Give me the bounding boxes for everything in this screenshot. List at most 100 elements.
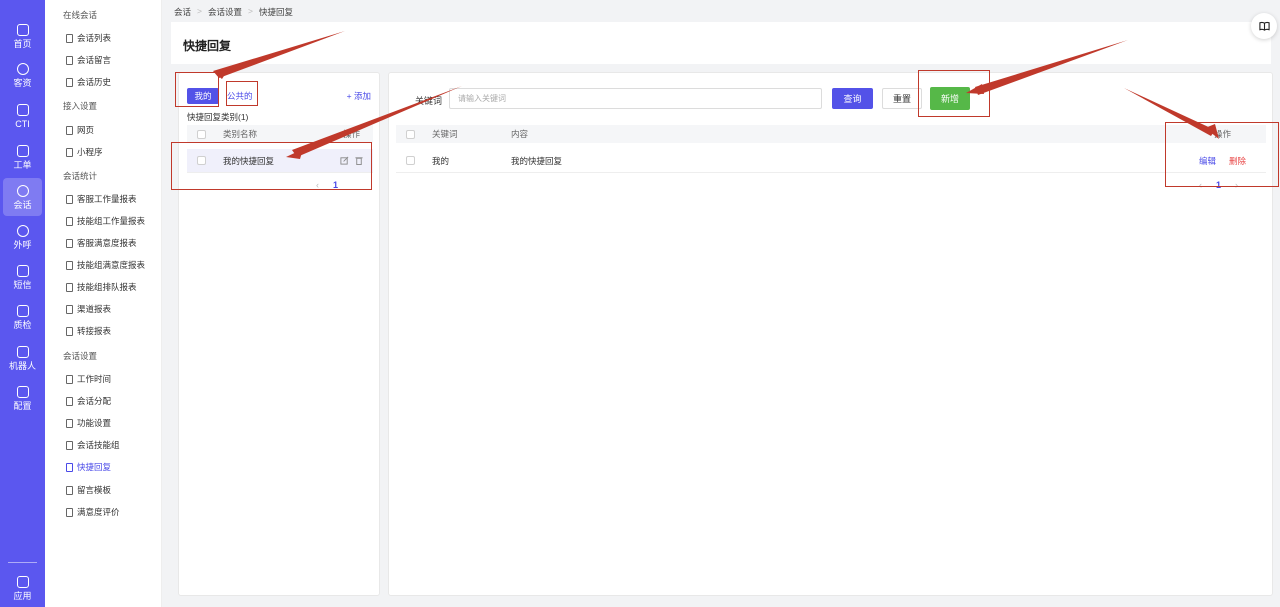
- rail-item-apps[interactable]: 应用: [0, 569, 45, 607]
- add-category-button[interactable]: + 添加: [347, 90, 371, 102]
- select-all-checkbox[interactable]: [406, 129, 415, 139]
- reset-button[interactable]: 重置: [882, 88, 922, 109]
- menu-group-title: 会话统计: [63, 171, 98, 181]
- rail-label: 外呼: [13, 239, 32, 250]
- rail-item-outbound[interactable]: 外呼: [0, 218, 45, 256]
- rail-label: 会话: [13, 199, 32, 210]
- edit-button[interactable]: 编辑: [1199, 155, 1216, 167]
- phone-icon: [16, 224, 29, 237]
- new-button[interactable]: 新增: [930, 87, 970, 110]
- table-row[interactable]: 我的快捷回复: [187, 149, 373, 173]
- edit-icon[interactable]: [340, 156, 349, 165]
- menu-item-mini-program[interactable]: 小程序: [66, 146, 103, 158]
- apps-icon: [16, 575, 29, 588]
- category-name: 我的快捷回复: [223, 155, 275, 166]
- document-icon: [66, 396, 73, 406]
- document-icon: [66, 125, 73, 135]
- delete-icon[interactable]: [355, 156, 363, 165]
- document-icon: [66, 326, 73, 336]
- menu-item-feature-settings[interactable]: 功能设置: [66, 417, 111, 429]
- menu-item-report-queue[interactable]: 技能组排队报表: [66, 281, 137, 293]
- menu-group-title: 在线会话: [63, 10, 98, 20]
- menu-item-report-group-workload[interactable]: 技能组工作量报表: [66, 215, 145, 227]
- document-icon: [66, 374, 73, 384]
- menu-item-skill-groups[interactable]: 会话技能组: [66, 439, 120, 451]
- menu-item-report-group-satisfaction[interactable]: 技能组满意度报表: [66, 259, 145, 271]
- reply-pagination: ‹ 1 ›: [1199, 180, 1238, 190]
- breadcrumb-item: 快捷回复: [258, 7, 293, 17]
- menu-item-report-channel[interactable]: 渠道报表: [66, 303, 111, 315]
- menu-item-message-template[interactable]: 留言模板: [66, 484, 111, 496]
- menu-item-report-transfer[interactable]: 转接报表: [66, 325, 111, 337]
- menu-item-chat-assignment[interactable]: 会话分配: [66, 395, 111, 407]
- menu-item-chat-messages[interactable]: 会话留言: [66, 54, 111, 66]
- rail-item-tickets[interactable]: 工单: [0, 138, 45, 176]
- current-page[interactable]: 1: [333, 180, 338, 190]
- prev-page-icon[interactable]: ‹: [316, 180, 319, 190]
- chat-icon: [16, 184, 29, 197]
- document-icon: [66, 77, 73, 87]
- chevron-right-icon: >: [248, 6, 253, 16]
- rail-item-chat[interactable]: 会话: [3, 178, 42, 216]
- row-checkbox[interactable]: [197, 156, 206, 165]
- tab-mine[interactable]: 我的: [187, 88, 219, 104]
- category-pagination: ‹ 1: [316, 180, 338, 190]
- rail-label: 应用: [13, 590, 32, 601]
- keyword-input[interactable]: [449, 88, 822, 109]
- rail-item-home[interactable]: 首页: [0, 17, 45, 55]
- guide-button[interactable]: [1251, 13, 1277, 39]
- column-header-keyword: 关键词: [432, 129, 458, 139]
- rail-item-cti[interactable]: CTI: [0, 97, 45, 135]
- tab-public[interactable]: 公共的: [227, 90, 253, 102]
- document-icon: [66, 462, 73, 472]
- table-row: 我的 我的快捷回复 编辑 删除: [396, 149, 1266, 173]
- reply-keyword: 我的: [432, 155, 450, 166]
- quick-reply-panel: 关键词 查询 重置 新增 关键词 内容 操作 我的 我的快捷回复 编辑 删除 ‹…: [388, 72, 1273, 596]
- reply-content: 我的快捷回复: [511, 155, 563, 166]
- query-button[interactable]: 查询: [832, 88, 873, 109]
- rail-item-customers[interactable]: 客资: [0, 56, 45, 94]
- menu-item-chat-history[interactable]: 会话历史: [66, 76, 111, 88]
- select-all-checkbox[interactable]: [197, 129, 206, 139]
- current-page[interactable]: 1: [1216, 180, 1221, 190]
- sms-icon: [16, 264, 29, 277]
- page-title: 快捷回复: [183, 39, 232, 53]
- menu-item-satisfaction-rating[interactable]: 满意度评价: [66, 506, 120, 518]
- menu-item-web[interactable]: 网页: [66, 124, 94, 136]
- rail-divider: [8, 562, 37, 563]
- rail-label: 质检: [13, 319, 32, 330]
- category-count: 快捷回复类别(1): [187, 112, 249, 122]
- document-icon: [66, 260, 73, 270]
- rail-item-robot[interactable]: 机器人: [0, 339, 45, 377]
- rail-label: 首页: [13, 38, 32, 49]
- menu-item-report-agent-satisfaction[interactable]: 客服满意度报表: [66, 237, 137, 249]
- breadcrumb-item[interactable]: 会话: [174, 6, 191, 18]
- rail-label: 客资: [13, 77, 32, 88]
- rail-item-sms[interactable]: 短信: [0, 258, 45, 296]
- menu-item-chat-list[interactable]: 会话列表: [66, 32, 111, 44]
- breadcrumb-item[interactable]: 会话设置: [208, 6, 242, 18]
- category-table-header: 类别名称 操作: [187, 125, 373, 143]
- column-header-op: 操作: [343, 129, 361, 139]
- sub-menu: 在线会话 会话列表 会话留言 会话历史 接入设置 网页 小程序 会话统计 客服工…: [45, 0, 162, 607]
- breadcrumb: 会话 > 会话设置 > 快捷回复: [174, 6, 293, 18]
- prev-page-icon[interactable]: ‹: [1199, 180, 1202, 190]
- row-checkbox[interactable]: [406, 156, 415, 165]
- rail-item-quality[interactable]: 质检: [0, 298, 45, 336]
- menu-item-report-agent-workload[interactable]: 客服工作量报表: [66, 193, 137, 205]
- document-icon: [66, 282, 73, 292]
- rail-label: CTI: [15, 118, 30, 129]
- next-page-icon[interactable]: ›: [1235, 180, 1238, 190]
- rail-item-config[interactable]: 配置: [0, 379, 45, 417]
- column-header-content: 内容: [511, 129, 529, 139]
- menu-group-title: 接入设置: [63, 101, 98, 111]
- rail-label: 机器人: [8, 360, 36, 371]
- book-icon: [1258, 21, 1270, 31]
- document-icon: [66, 485, 73, 495]
- delete-button[interactable]: 删除: [1229, 155, 1246, 167]
- document-icon: [66, 418, 73, 428]
- nav-rail: 首页 客资 CTI 工单 会话 外呼 短信 质检 机器人 配置 应用: [0, 0, 45, 607]
- menu-item-work-hours[interactable]: 工作时间: [66, 373, 111, 385]
- document-icon: [66, 33, 73, 43]
- menu-item-quick-reply[interactable]: 快捷回复: [66, 461, 111, 473]
